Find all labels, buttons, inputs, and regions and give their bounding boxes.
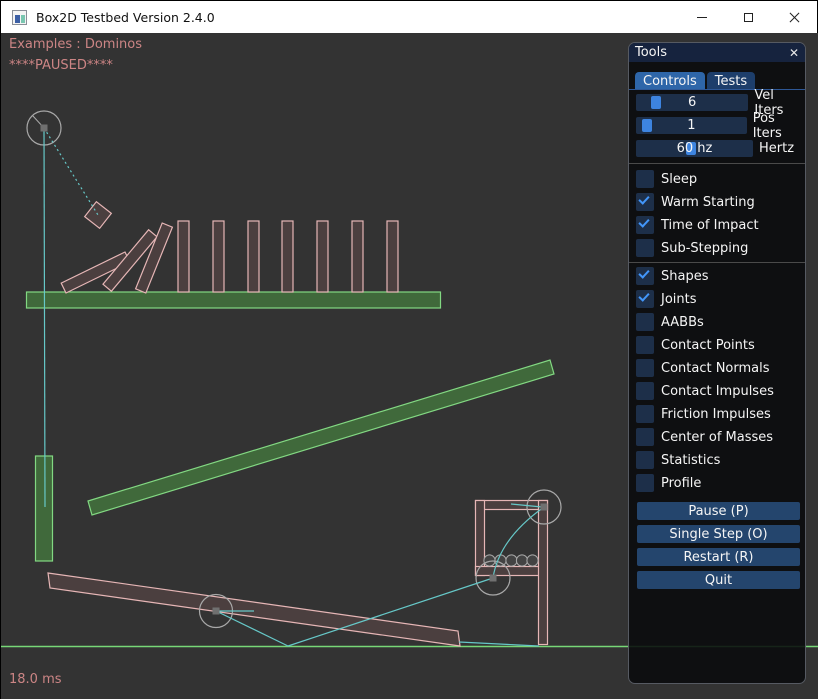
checkbox-statistics[interactable]: Statistics: [636, 451, 805, 469]
maximize-button[interactable]: [725, 1, 771, 33]
joint-ground-link: [459, 642, 539, 646]
window-title: Box2D Testbed Version 2.4.0: [36, 10, 215, 25]
ball-4: [516, 555, 527, 566]
check-icon: [638, 193, 649, 204]
checkbox-box[interactable]: [636, 216, 654, 234]
os-titlebar[interactable]: Box2D Testbed Version 2.4.0: [1, 1, 817, 33]
check-icon: [638, 267, 649, 278]
minimize-button[interactable]: [679, 1, 725, 33]
paused-label: ****PAUSED****: [9, 58, 113, 73]
frame-time-label: 18.0 ms: [9, 672, 62, 687]
tools-panel: Tools ✕ Controls Tests 6 Vel Iters 1 Pos…: [628, 42, 806, 684]
checkbox-box[interactable]: [636, 382, 654, 400]
slider-value: 1: [636, 117, 747, 134]
slider-track[interactable]: 1: [636, 117, 747, 134]
pendulum-square: [85, 202, 112, 229]
checkbox-box[interactable]: [636, 359, 654, 377]
slider-label: Pos Iters: [753, 111, 805, 141]
pause-button[interactable]: Pause (P): [637, 502, 800, 520]
checkbox-box[interactable]: [636, 336, 654, 354]
body-marker: [213, 608, 220, 615]
slider-label: Hertz: [759, 141, 794, 156]
close-icon: [789, 12, 800, 23]
checkbox-box[interactable]: [636, 313, 654, 331]
vel-iters-slider[interactable]: 6 Vel Iters: [636, 94, 805, 111]
checkbox-aabbs[interactable]: AABBs: [636, 313, 805, 331]
slider-value: 6: [636, 94, 748, 111]
checkbox-contact-points[interactable]: Contact Points: [636, 336, 805, 354]
slider-value: 60 hz: [636, 140, 753, 157]
checkbox-box[interactable]: [636, 193, 654, 211]
checkbox-box[interactable]: [636, 290, 654, 308]
body-marker: [541, 504, 548, 511]
domino-upright-1: [178, 221, 189, 292]
checkbox-box[interactable]: [636, 474, 654, 492]
checkbox-box[interactable]: [636, 428, 654, 446]
quit-button[interactable]: Quit: [637, 571, 800, 589]
domino-upright-2: [213, 221, 224, 292]
check-icon: [638, 290, 649, 301]
body-marker: [490, 575, 497, 582]
checkbox-box[interactable]: [636, 239, 654, 257]
joint-vertical-line: [44, 128, 45, 507]
checkbox-friction-impulses[interactable]: Friction Impulses: [636, 405, 805, 423]
checkbox-box[interactable]: [636, 267, 654, 285]
slider-track[interactable]: 60 hz: [636, 140, 753, 157]
checkbox-contact-impulses[interactable]: Contact Impulses: [636, 382, 805, 400]
domino-upright-3: [248, 221, 259, 292]
maximize-icon: [744, 13, 753, 22]
checkbox-center-of-masses[interactable]: Center of Masses: [636, 428, 805, 446]
domino-upright-5: [317, 221, 328, 292]
checkbox-time-of-impact[interactable]: Time of Impact: [636, 216, 805, 234]
checkbox-box[interactable]: [636, 170, 654, 188]
checkbox-sleep[interactable]: Sleep: [636, 170, 805, 188]
separator: [629, 163, 805, 164]
minimize-icon: [697, 17, 707, 18]
app-icon: [12, 10, 27, 25]
checkbox-sub-stepping[interactable]: Sub-Stepping: [636, 239, 805, 257]
pos-iters-slider[interactable]: 1 Pos Iters: [636, 117, 805, 134]
vertical-post: [36, 456, 53, 561]
single-step-button[interactable]: Single Step (O): [637, 525, 800, 543]
ball-3: [506, 555, 517, 566]
frame-right-post: [539, 501, 548, 645]
restart-button[interactable]: Restart (R): [637, 548, 800, 566]
checkbox-joints[interactable]: Joints: [636, 290, 805, 308]
slider-track[interactable]: 6: [636, 94, 748, 111]
app-window: Box2D Testbed Version 2.4.0: [0, 0, 818, 698]
tab-tests[interactable]: Tests: [707, 72, 755, 89]
check-icon: [638, 216, 649, 227]
checkbox-box[interactable]: [636, 405, 654, 423]
checkbox-box[interactable]: [636, 451, 654, 469]
tilted-plank: [88, 360, 554, 515]
checkbox-shapes[interactable]: Shapes: [636, 267, 805, 285]
hertz-slider[interactable]: 60 hz Hertz: [636, 140, 805, 157]
example-label: Examples : Dominos: [9, 37, 142, 52]
tools-title: Tools: [635, 45, 667, 60]
domino-upright-7: [387, 221, 398, 292]
checkbox-contact-normals[interactable]: Contact Normals: [636, 359, 805, 377]
checkbox-profile[interactable]: Profile: [636, 474, 805, 492]
checkbox-warm-starting[interactable]: Warm Starting: [636, 193, 805, 211]
tools-tabbar: Controls Tests: [629, 62, 805, 90]
domino-platform: [27, 292, 441, 308]
tools-titlebar[interactable]: Tools ✕: [629, 43, 805, 62]
domino-upright-6: [352, 221, 363, 292]
body-marker: [41, 125, 48, 132]
ball-5: [527, 555, 538, 566]
frame-top-beam: [476, 501, 548, 510]
domino-upright-4: [282, 221, 293, 292]
joint-pendulum-line: [44, 128, 98, 215]
tools-close-icon[interactable]: ✕: [789, 47, 799, 59]
separator: [629, 262, 805, 263]
close-button[interactable]: [771, 1, 817, 33]
tab-controls[interactable]: Controls: [635, 72, 705, 89]
